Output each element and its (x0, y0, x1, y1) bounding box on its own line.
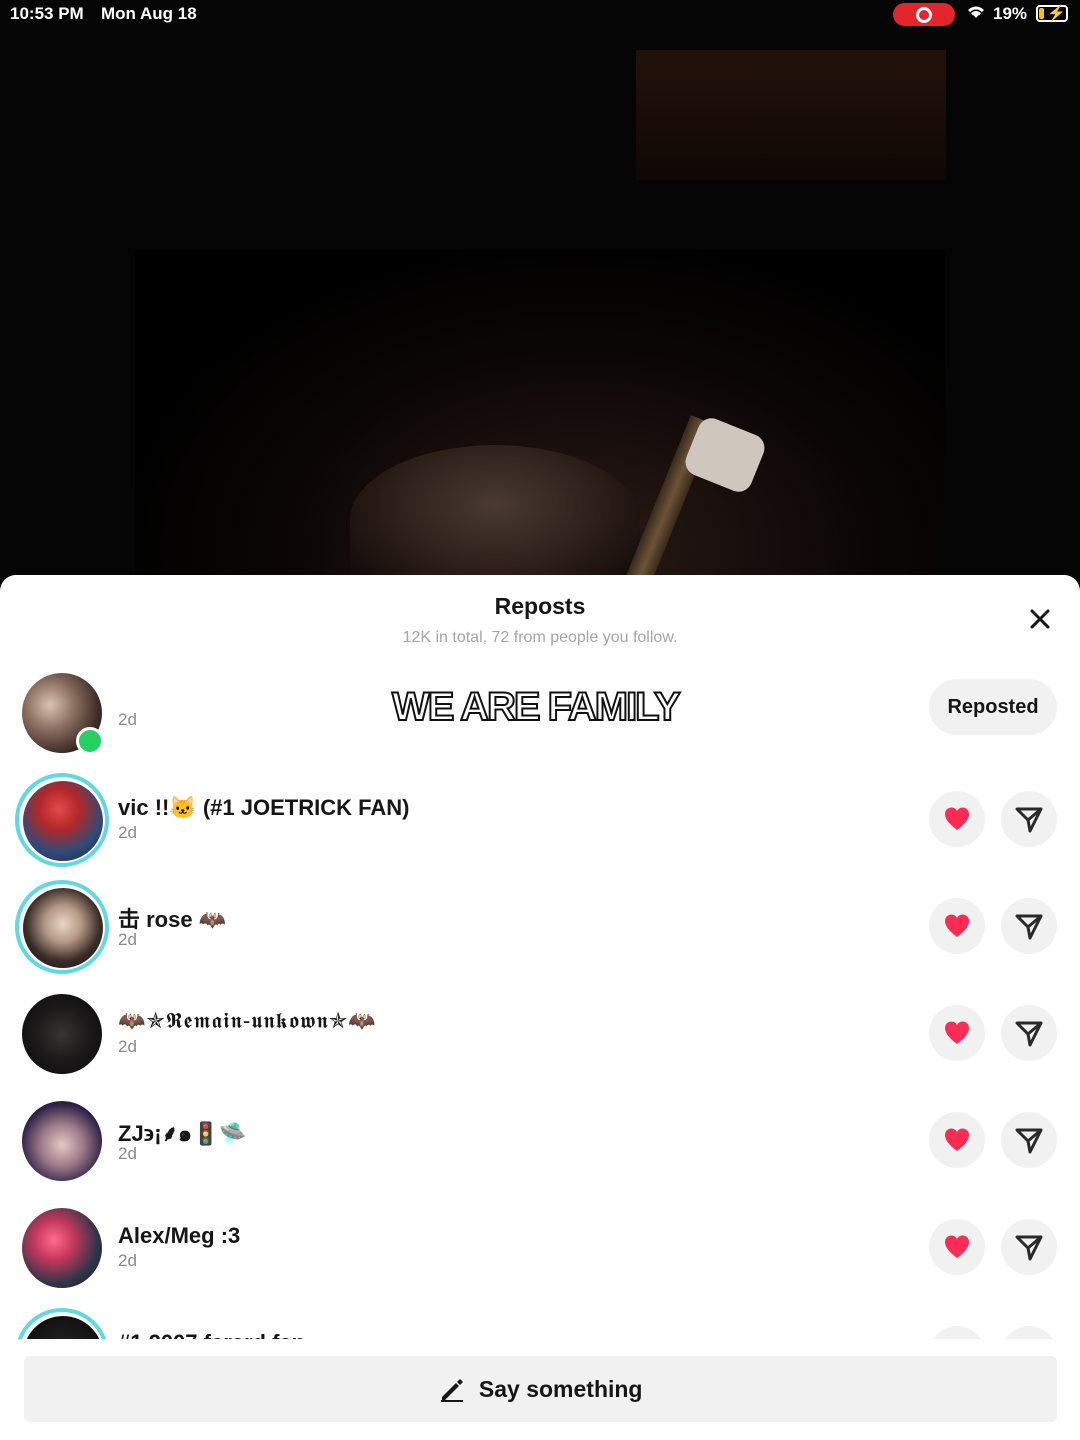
avatar[interactable] (22, 994, 102, 1074)
list-item[interactable]: ZJ϶¡⸙๑🚦🛸 2d (0, 1095, 1080, 1202)
pencil-icon (440, 1379, 463, 1402)
send-icon (1015, 914, 1043, 940)
avatar[interactable] (22, 1101, 102, 1181)
repost-time: 2d (118, 930, 137, 949)
send-button[interactable] (1001, 898, 1057, 954)
avatar-story-ring[interactable] (15, 1308, 109, 1339)
say-something-button[interactable]: Say something (24, 1356, 1057, 1422)
avatar-story-ring[interactable] (15, 880, 109, 974)
list-item[interactable]: #1 2007 ferard fan 2d (0, 1308, 1080, 1339)
avatar-image (23, 1316, 103, 1339)
send-button[interactable] (1001, 1219, 1057, 1275)
list-item[interactable]: 🦇✯𝕽𝖊𝖒𝖆𝖎𝖓-𝖚𝖓𝖐𝖔𝖜𝖓✯🦇 2d (0, 988, 1080, 1095)
avatar-image (23, 781, 103, 861)
list-item[interactable]: 2d WE ARE FAMILY Reposted (0, 667, 1080, 774)
username[interactable]: ZJ϶¡⸙๑🚦🛸 (118, 1116, 247, 1151)
send-button[interactable] (1001, 791, 1057, 847)
like-button[interactable] (929, 1112, 985, 1168)
sheet-subtitle: 12K in total, 72 from people you follow. (402, 629, 678, 646)
like-button[interactable] (929, 1219, 985, 1275)
username[interactable]: vic !!🐱 (#1 JOETRICK FAN) (118, 795, 409, 821)
avatar[interactable] (22, 1208, 102, 1288)
repost-time: 2d (118, 1037, 137, 1056)
like-button[interactable] (929, 898, 985, 954)
send-button[interactable] (1001, 1326, 1057, 1339)
avatar[interactable] (22, 673, 104, 755)
avatar-image (23, 888, 103, 968)
heart-icon (945, 1021, 969, 1044)
send-icon (1015, 807, 1043, 833)
heart-icon (945, 1128, 969, 1151)
send-button[interactable] (1001, 1112, 1057, 1168)
video-background (0, 0, 1080, 600)
say-something-content: Say something (24, 1356, 1057, 1422)
wifi-icon (966, 4, 986, 25)
say-something-label: Say something (478, 1376, 643, 1402)
send-button[interactable] (1001, 1005, 1057, 1061)
avatar-story-ring[interactable] (15, 773, 109, 867)
status-date: Mon Aug 18 (101, 4, 197, 23)
avatar-image (22, 994, 102, 1074)
charging-bolt-icon: ⚡ (1047, 5, 1066, 22)
battery-charging-icon: ⚡ (1036, 5, 1068, 22)
avatar-image (22, 1101, 102, 1181)
username[interactable]: Alex/Meg :3 (118, 1223, 240, 1249)
reposts-sheet: Reposts 12K in total, 72 from people you… (0, 575, 1080, 1440)
like-button[interactable] (929, 791, 985, 847)
like-button[interactable] (929, 1326, 985, 1339)
repost-time: 2d (118, 823, 137, 842)
heart-icon (945, 914, 969, 937)
avatar-image (22, 1208, 102, 1288)
list-item[interactable]: vic !!🐱 (#1 JOETRICK FAN) 2d (0, 773, 1080, 881)
performer (350, 445, 640, 595)
stage-light (636, 50, 946, 180)
reposts-list[interactable]: 2d WE ARE FAMILY Reposted vic !!🐱 (#1 JO… (0, 667, 1080, 1339)
repost-time: 2d (118, 710, 137, 729)
repost-time: 2d (118, 1251, 137, 1270)
battery-percentage: 19% (993, 4, 1028, 23)
status-time: 10:53 PM (10, 4, 84, 23)
list-item[interactable]: 击 rose 🦇 2d (0, 880, 1080, 988)
caption-overlay: WE ARE FAMILY (391, 684, 682, 730)
list-item[interactable]: Alex/Meg :3 2d (0, 1202, 1080, 1309)
send-icon (1015, 1021, 1043, 1047)
heart-icon (945, 1235, 969, 1258)
send-icon (1015, 1235, 1043, 1261)
send-icon (1015, 1128, 1043, 1154)
like-button[interactable] (929, 1005, 985, 1061)
online-status-dot (76, 727, 104, 755)
screen-record-icon[interactable] (893, 3, 955, 26)
reposted-button[interactable]: Reposted (929, 679, 1057, 735)
close-icon (1030, 609, 1050, 629)
status-bar: 10:53 PM Mon Aug 18 19% ⚡ (0, 0, 1080, 30)
sheet-title: Reposts (494, 593, 586, 619)
username[interactable]: 🦇✯𝕽𝖊𝖒𝖆𝖎𝖓-𝖚𝖓𝖐𝖔𝖜𝖓✯🦇 (118, 1009, 377, 1034)
repost-time: 2d (118, 1144, 137, 1163)
battery-fill (1039, 8, 1044, 19)
close-button[interactable] (1022, 601, 1058, 637)
heart-icon (945, 807, 969, 830)
username[interactable]: #1 2007 ferard fan (118, 1330, 305, 1339)
